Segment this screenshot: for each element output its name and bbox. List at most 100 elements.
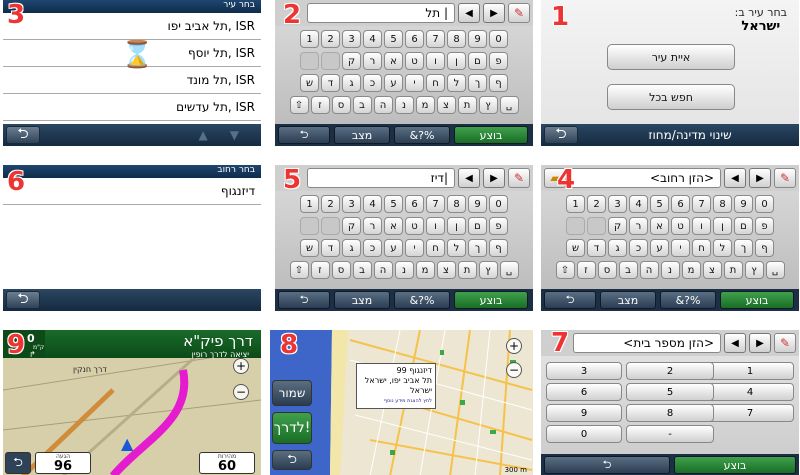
list-item[interactable]: תל אביב יפו, ISR [3,13,261,40]
keyboard-key[interactable]: ה [373,261,393,279]
keyboard-key[interactable]: ⇧ [289,96,309,114]
keyboard-key[interactable]: 4 [363,195,382,213]
location-popup[interactable]: דיזנגוף 99 תל אביב יפו, ישראל ישראל לחץ … [356,363,436,409]
scroll-down-icon[interactable]: ▼ [230,128,239,142]
keyboard-key[interactable]: ז [310,96,330,114]
keyboard-key[interactable]: ש [566,239,585,257]
search-all-button[interactable]: חפש בכל [607,84,735,110]
keyboard-key[interactable]: ב [352,261,372,279]
numpad-key[interactable]: - [626,425,714,443]
keyboard-key[interactable]: מ [415,96,435,114]
keyboard-key[interactable]: ד [321,74,340,92]
keyboard-key[interactable]: ג [342,74,361,92]
numpad-key[interactable]: 6 [546,383,622,401]
numpad-key[interactable]: 7 [706,404,794,422]
keyboard-key[interactable]: ת [723,261,743,279]
keyboard-key[interactable]: א [384,52,403,70]
eraser-icon[interactable]: ✎ [508,3,530,23]
symbols-button[interactable]: &?% [394,126,450,144]
mode-button[interactable]: מצב [334,291,390,309]
keyboard-key[interactable]: ך [468,74,487,92]
numpad-key[interactable]: 5 [626,383,714,401]
keyboard-key[interactable]: כ [363,74,382,92]
keyboard-key[interactable]: ל [447,74,466,92]
keyboard-key[interactable]: ה [639,261,659,279]
keyboard-key[interactable]: 8 [713,195,732,213]
done-button[interactable]: בוצע [454,126,528,144]
keyboard-key[interactable]: 6 [405,30,424,48]
keyboard-key[interactable]: ק [342,217,361,235]
keyboard-key[interactable]: 9 [468,30,487,48]
keyboard-key[interactable]: צ [436,261,456,279]
keyboard-key[interactable]: י [405,74,424,92]
keyboard-key[interactable]: 3 [342,195,361,213]
keyboard-key[interactable]: ז [310,261,330,279]
keyboard-key[interactable]: ק [608,217,627,235]
done-button[interactable]: בוצע [674,456,796,474]
arrow-right-icon[interactable]: ▶ [483,168,505,188]
keyboard-key[interactable]: ␣ [499,96,519,114]
keyboard-key[interactable]: ס [597,261,617,279]
numpad-key[interactable]: 8 [626,404,714,422]
keyboard-key[interactable]: ו [692,217,711,235]
keyboard-key[interactable]: 8 [447,30,466,48]
back-button[interactable]: ⮌ [272,450,312,470]
keyboard-key[interactable]: ת [457,96,477,114]
keyboard-key[interactable]: 2 [587,195,606,213]
keyboard-key[interactable] [566,217,585,235]
keyboard-key[interactable]: ן [447,52,466,70]
arrow-right-icon[interactable]: ▶ [483,3,505,23]
keyboard-key[interactable]: ץ [478,261,498,279]
keyboard-key[interactable]: מ [415,261,435,279]
street-input[interactable]: דיז| [307,168,455,188]
keyboard-key[interactable]: ␣ [499,261,519,279]
keyboard-key[interactable] [587,217,606,235]
keyboard-key[interactable]: 6 [671,195,690,213]
keyboard-key[interactable]: ר [363,52,382,70]
keyboard-key[interactable]: ו [426,217,445,235]
go-button[interactable]: לדרך! [272,412,312,444]
keyboard-key[interactable]: ש [300,74,319,92]
keyboard-key[interactable]: ט [671,217,690,235]
keyboard-key[interactable]: 0 [489,30,508,48]
keyboard-key[interactable]: 1 [566,195,585,213]
keyboard-key[interactable]: 9 [734,195,753,213]
keyboard-key[interactable]: ב [352,96,372,114]
keyboard-key[interactable]: 4 [629,195,648,213]
mode-button[interactable]: מצב [334,126,390,144]
zoom-out-icon[interactable]: − [506,362,522,378]
list-item[interactable]: דיזנגוף [3,178,261,205]
keyboard-key[interactable]: ג [342,239,361,257]
save-button[interactable]: שמור [272,380,312,406]
keyboard-key[interactable]: 3 [342,30,361,48]
arrival-box[interactable]: הגעה 96 [35,452,91,474]
keyboard-key[interactable]: צ [702,261,722,279]
zoom-in-icon[interactable]: + [233,358,249,374]
keyboard-key[interactable]: ם [468,52,487,70]
keyboard-key[interactable]: כ [363,239,382,257]
keyboard-key[interactable]: כ [629,239,648,257]
keyboard-key[interactable]: ר [363,217,382,235]
keyboard-key[interactable]: מ [681,261,701,279]
back-button[interactable]: ⮌ [278,126,330,144]
keyboard-key[interactable]: ץ [478,96,498,114]
arrow-right-icon[interactable]: ▶ [749,168,771,188]
street-input[interactable]: <הזן רחוב> [569,168,721,188]
keyboard-key[interactable]: ק [342,52,361,70]
keyboard-key[interactable]: ף [489,239,508,257]
scroll-up-icon[interactable]: ▲ [199,128,208,142]
eraser-icon[interactable]: ✎ [774,168,796,188]
keyboard-key[interactable]: 1 [300,30,319,48]
numpad-key[interactable]: 1 [706,362,794,380]
speed-box[interactable]: מהירות 60 [199,452,255,474]
keyboard-key[interactable]: 7 [692,195,711,213]
change-region-button[interactable]: שינוי מדינה/מחוז [581,128,799,142]
symbols-button[interactable]: &?% [394,291,450,309]
back-button[interactable]: ⮌ [544,291,596,309]
keyboard-key[interactable]: 9 [468,195,487,213]
keyboard-key[interactable]: צ [436,96,456,114]
keyboard-key[interactable]: ך [468,239,487,257]
list-item[interactable]: תל מונד, ISR [3,67,261,94]
keyboard-key[interactable]: ␣ [765,261,785,279]
keyboard-key[interactable]: נ [394,96,414,114]
